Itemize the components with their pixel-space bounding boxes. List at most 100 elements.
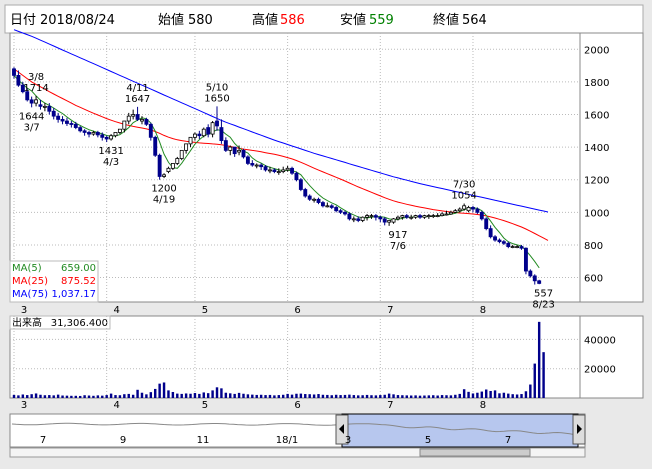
volume-bar xyxy=(211,390,214,398)
candle-body xyxy=(87,132,91,135)
candle-body xyxy=(373,215,378,218)
candle-body xyxy=(435,215,440,217)
candle-body xyxy=(484,218,489,230)
candle-body xyxy=(285,167,290,171)
volume-bar xyxy=(136,389,139,398)
candle-body xyxy=(91,132,96,135)
candle-body xyxy=(126,115,131,122)
candle-body xyxy=(391,218,396,223)
volume-bar xyxy=(343,394,347,398)
open-value: 580 xyxy=(188,13,213,28)
navigator-scrollbar-thumb[interactable] xyxy=(419,448,531,457)
volume-bar xyxy=(162,382,166,398)
volume-bar xyxy=(507,393,510,398)
candle-body xyxy=(396,216,400,220)
price-x-tick-label: 5 xyxy=(202,305,208,316)
navigator-selection[interactable] xyxy=(341,413,579,448)
volume-bar xyxy=(480,391,484,398)
volume-bar xyxy=(414,395,417,398)
candle-body xyxy=(113,132,118,137)
volume-bar xyxy=(290,394,294,398)
candle-body xyxy=(95,132,100,136)
volume-bar xyxy=(43,395,47,398)
candle-body xyxy=(166,167,171,172)
volume-bar xyxy=(321,394,325,398)
annotation-label: 1647 xyxy=(125,94,150,105)
candle-body xyxy=(153,136,158,156)
annotation-label: 1714 xyxy=(23,83,48,94)
volume-bar xyxy=(295,393,298,398)
low-label: 安値 xyxy=(340,12,366,28)
volume-bar xyxy=(502,392,506,398)
candle-body xyxy=(312,198,317,201)
volume-bar xyxy=(467,391,470,398)
volume-bar xyxy=(489,390,492,398)
volume-bar xyxy=(26,395,29,398)
candle-body xyxy=(462,205,467,210)
candle-body xyxy=(497,239,502,243)
volume-bar xyxy=(158,383,161,398)
candle-body xyxy=(223,140,228,151)
volume-bar xyxy=(237,392,241,398)
volume-bar xyxy=(471,393,475,398)
open-label: 始値 xyxy=(158,12,184,28)
candle-body xyxy=(157,154,162,177)
annotation-label: 1054 xyxy=(451,191,476,202)
volume-bar xyxy=(423,395,426,398)
candle-body xyxy=(254,164,259,167)
candle-body xyxy=(197,133,202,137)
candle-body xyxy=(334,207,339,212)
candle-body xyxy=(38,104,43,107)
candle-body xyxy=(493,236,497,241)
volume-tick-label: 20000 xyxy=(584,365,616,376)
volume-bar xyxy=(242,393,245,398)
candle-body xyxy=(65,120,69,124)
candle-body xyxy=(250,163,255,166)
volume-bar xyxy=(215,387,219,398)
chart-window: 日付 2018/08/24 始値 580 高値 586 安値 559 終値 56… xyxy=(0,0,652,469)
volume-bar xyxy=(233,393,236,398)
candle-body xyxy=(290,167,294,174)
candle-body xyxy=(245,156,250,164)
volume-tick-label: 40000 xyxy=(584,335,616,346)
ma25-legend-label: MA(25) xyxy=(12,276,48,287)
volume-bar xyxy=(334,394,338,398)
close-value: 564 xyxy=(462,13,487,28)
candle-body xyxy=(351,218,356,221)
candle-body xyxy=(12,68,16,76)
volume-bar xyxy=(193,393,197,398)
volume-bar xyxy=(96,395,100,398)
annotation-label: 1200 xyxy=(151,184,176,195)
candle-body xyxy=(135,114,140,120)
volume-bar xyxy=(109,393,113,398)
candle-body xyxy=(42,105,47,108)
candle-body xyxy=(259,164,264,168)
candle-body xyxy=(479,211,484,220)
volume-bar xyxy=(167,390,170,398)
price-tick-label: 600 xyxy=(584,274,603,285)
price-x-tick-label: 6 xyxy=(294,305,300,316)
volume-bar xyxy=(432,395,435,398)
candle-body xyxy=(448,211,453,215)
candle-body xyxy=(175,158,180,164)
ma5-legend-label: MA(5) xyxy=(12,263,42,274)
volume-bar xyxy=(339,395,342,398)
price-tick-label: 1400 xyxy=(584,143,609,154)
annotation-label: 4/3 xyxy=(103,157,119,168)
candle-body xyxy=(356,218,361,221)
volume-bar xyxy=(264,395,267,398)
volume-x-tick-label: 6 xyxy=(294,400,300,411)
navigator-label: 7 xyxy=(40,435,46,446)
price-tick-label: 1800 xyxy=(584,78,609,89)
candle-body xyxy=(471,207,475,210)
price-axis-panel xyxy=(579,32,644,303)
volume-bar xyxy=(30,394,33,398)
price-x-tick-label: 4 xyxy=(113,305,119,316)
volume-bar xyxy=(131,394,135,398)
candle-body xyxy=(347,213,352,220)
candle-body xyxy=(56,115,61,120)
price-x-tick-label: 3 xyxy=(21,305,27,316)
price-tick-label: 2000 xyxy=(584,45,609,56)
low-value: 559 xyxy=(369,13,394,28)
candle-body xyxy=(117,128,122,133)
